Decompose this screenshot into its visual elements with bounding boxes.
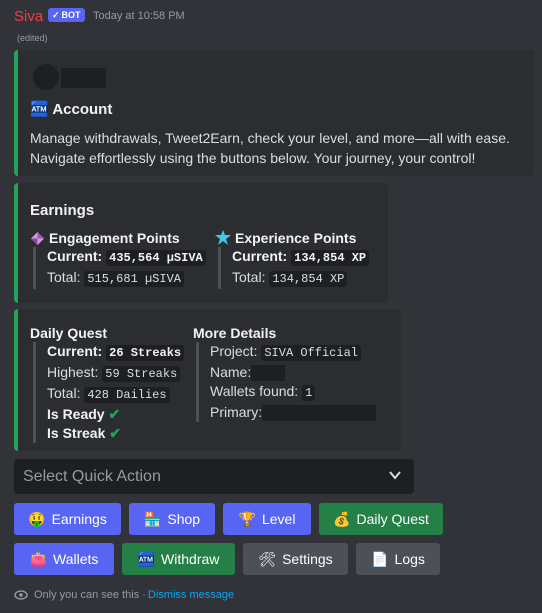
engagement-points-field: Engagement Points Current: 435,564 µSIVA…: [30, 230, 206, 289]
check-mark-icon: ✔: [109, 425, 121, 441]
purple-gem-icon: [30, 231, 45, 245]
daily-quest-button[interactable]: 💰 Daily Quest: [319, 503, 443, 535]
atm-icon: 🏧: [30, 101, 49, 118]
shop-button-label: Shop: [167, 511, 201, 527]
atm-icon: 🏧: [137, 550, 156, 567]
engagement-current-label: Current:: [47, 248, 103, 264]
settings-button[interactable]: 🛠 Settings: [243, 543, 348, 575]
project-value: SIVA Official: [261, 345, 361, 361]
settings-button-label: Settings: [282, 551, 333, 567]
experience-current-value: 134,854 XP: [291, 250, 370, 266]
withdraw-button[interactable]: 🏧 Withdraw: [122, 543, 235, 575]
account-embed: 🏧 Account Manage withdrawals, Tweet2Earn…: [14, 50, 534, 176]
project-label: Project:: [210, 343, 258, 359]
more-details-values: Project: SIVA Official Name: Wallets fou…: [196, 342, 377, 422]
experience-points-field: Experience Points Current: 134,854 XP To…: [215, 230, 370, 289]
name-label: Name:: [210, 364, 252, 380]
daily-quest-button-label: Daily Quest: [356, 511, 429, 527]
daily-quest-field: Daily Quest Current: 26 Streaks Highest:…: [30, 325, 185, 443]
account-title: 🏧 Account: [30, 100, 112, 118]
logs-button-label: Logs: [394, 551, 425, 567]
verified-check-icon: ✓: [52, 10, 60, 20]
star-burst-icon: [215, 230, 231, 245]
is-streak-label: Is Streak: [47, 425, 106, 441]
ephemeral-footer: Only you can see this · Dismiss message: [14, 588, 234, 602]
daily-quest-values: Current: 26 Streaks Highest: 59 Streaks …: [33, 342, 185, 443]
engagement-current-value: 435,564 µSIVA: [106, 250, 206, 266]
money-hand-icon: 🤑: [28, 510, 46, 527]
experience-current-label: Current:: [232, 248, 288, 264]
quest-embed: Daily Quest Current: 26 Streaks Highest:…: [14, 309, 401, 451]
tools-icon: 🛠: [258, 550, 277, 567]
quick-action-placeholder: Select Quick Action: [23, 468, 161, 485]
primary-label: Primary:: [210, 404, 263, 420]
account-description: Manage withdrawals, Tweet2Earn, check yo…: [30, 128, 510, 168]
wallets-button[interactable]: 👛 Wallets: [14, 543, 114, 575]
engagement-points-label: Engagement Points: [49, 230, 180, 246]
shop-button[interactable]: 🏪 Shop: [129, 503, 215, 535]
more-details-title: More Details: [193, 325, 277, 341]
name-value-redacted: [251, 365, 286, 382]
quick-action-select[interactable]: Select Quick Action: [14, 459, 414, 494]
is-ready-label: Is Ready: [47, 406, 105, 422]
wallets-button-label: Wallets: [53, 551, 99, 567]
wallets-found-label: Wallets found:: [210, 383, 299, 399]
level-button-label: Level: [261, 511, 296, 527]
author-avatar: [33, 64, 59, 90]
experience-total-label: Total:: [232, 269, 266, 285]
chevron-down-icon: [389, 471, 401, 480]
experience-points-label: Experience Points: [235, 230, 357, 246]
bot-tag: ✓ BOT: [48, 8, 85, 22]
edited-marker: (edited): [17, 33, 48, 43]
message-timestamp[interactable]: Today at 10:58 PM: [93, 10, 185, 22]
quest-current-value: 26 Streaks: [106, 345, 185, 361]
engagement-points-values: Current: 435,564 µSIVA Total: 515,681 µS…: [33, 247, 206, 289]
daily-quest-title: Daily Quest: [30, 325, 108, 341]
earnings-title: Earnings: [30, 202, 95, 219]
eye-icon: [14, 590, 28, 600]
earnings-button-label: Earnings: [51, 511, 107, 527]
earnings-embed: Earnings Engagement Points Current: 435,…: [14, 183, 388, 303]
wallets-found-value: 1: [302, 385, 316, 401]
quest-highest-value: 59 Streaks: [102, 366, 181, 382]
more-details-field: More Details Project: SIVA Official Name…: [193, 325, 377, 422]
experience-points-values: Current: 134,854 XP Total: 134,854 XP: [218, 247, 370, 289]
experience-total-value: 134,854 XP: [269, 271, 348, 287]
document-icon: 📄: [371, 550, 389, 567]
earnings-button[interactable]: 🤑 Earnings: [14, 503, 121, 535]
quest-total-value: 428 Dailies: [84, 387, 170, 403]
wallet-icon: 👛: [29, 550, 48, 567]
engagement-total-value: 515,681 µSIVA: [84, 271, 184, 287]
username[interactable]: Siva: [14, 8, 43, 25]
quest-total-label: Total:: [47, 385, 81, 401]
description-line-1: Manage withdrawals, Tweet2Earn, check yo…: [30, 130, 510, 146]
money-bag-icon: 💰: [333, 510, 351, 527]
withdraw-button-label: Withdraw: [161, 551, 220, 567]
engagement-total-label: Total:: [47, 269, 81, 285]
quest-highest-label: Highest:: [47, 364, 99, 380]
shop-icon: 🏪: [143, 510, 162, 527]
account-title-text: Account: [52, 101, 113, 118]
author-name-redacted: [61, 68, 106, 88]
trophy-icon: 🏆: [238, 510, 256, 527]
bot-tag-label: BOT: [61, 10, 81, 20]
quest-current-label: Current:: [47, 343, 103, 359]
only-you-text: Only you can see this ·: [34, 589, 146, 601]
description-line-2: Navigate effortlessly using the buttons …: [30, 150, 476, 166]
primary-wallet-redacted: [262, 405, 377, 422]
level-button[interactable]: 🏆 Level: [223, 503, 311, 535]
check-mark-icon: ✔: [108, 406, 121, 422]
logs-button[interactable]: 📄 Logs: [356, 543, 440, 575]
dismiss-message-link[interactable]: Dismiss message: [148, 589, 234, 601]
